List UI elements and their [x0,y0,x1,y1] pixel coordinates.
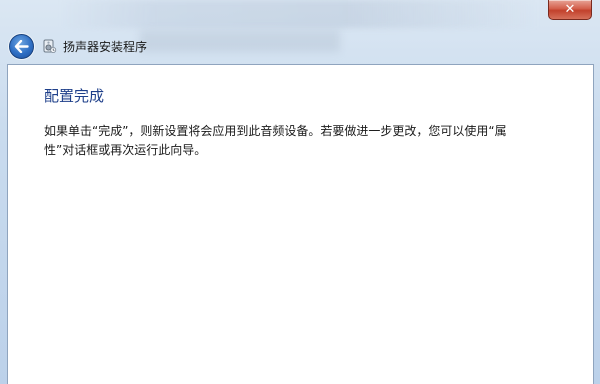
back-button[interactable] [9,33,34,59]
navigation-bar: 扬声器安装程序 [0,28,600,64]
background-blur [60,0,540,28]
close-button[interactable]: ✕ [548,0,592,20]
page-description: 如果单击“完成”，则新设置将会应用到此音频设备。若要做进一步更改，您可以使用“属… [44,124,507,157]
close-icon: ✕ [564,2,576,17]
wizard-title: 扬声器安装程序 [63,39,148,54]
speaker-setup-icon [41,38,57,54]
back-arrow-icon [14,39,29,53]
window-frame: ✕ 扬声器安装程序 配置完成 如果单击“完成”，则新设置将会应用到此音频设备。若… [0,0,600,384]
wizard-content-panel: 配置完成 如果单击“完成”，则新设置将会应用到此音频设备。若要做进一步更改，您可… [7,64,594,384]
page-heading: 配置完成 [44,87,105,105]
